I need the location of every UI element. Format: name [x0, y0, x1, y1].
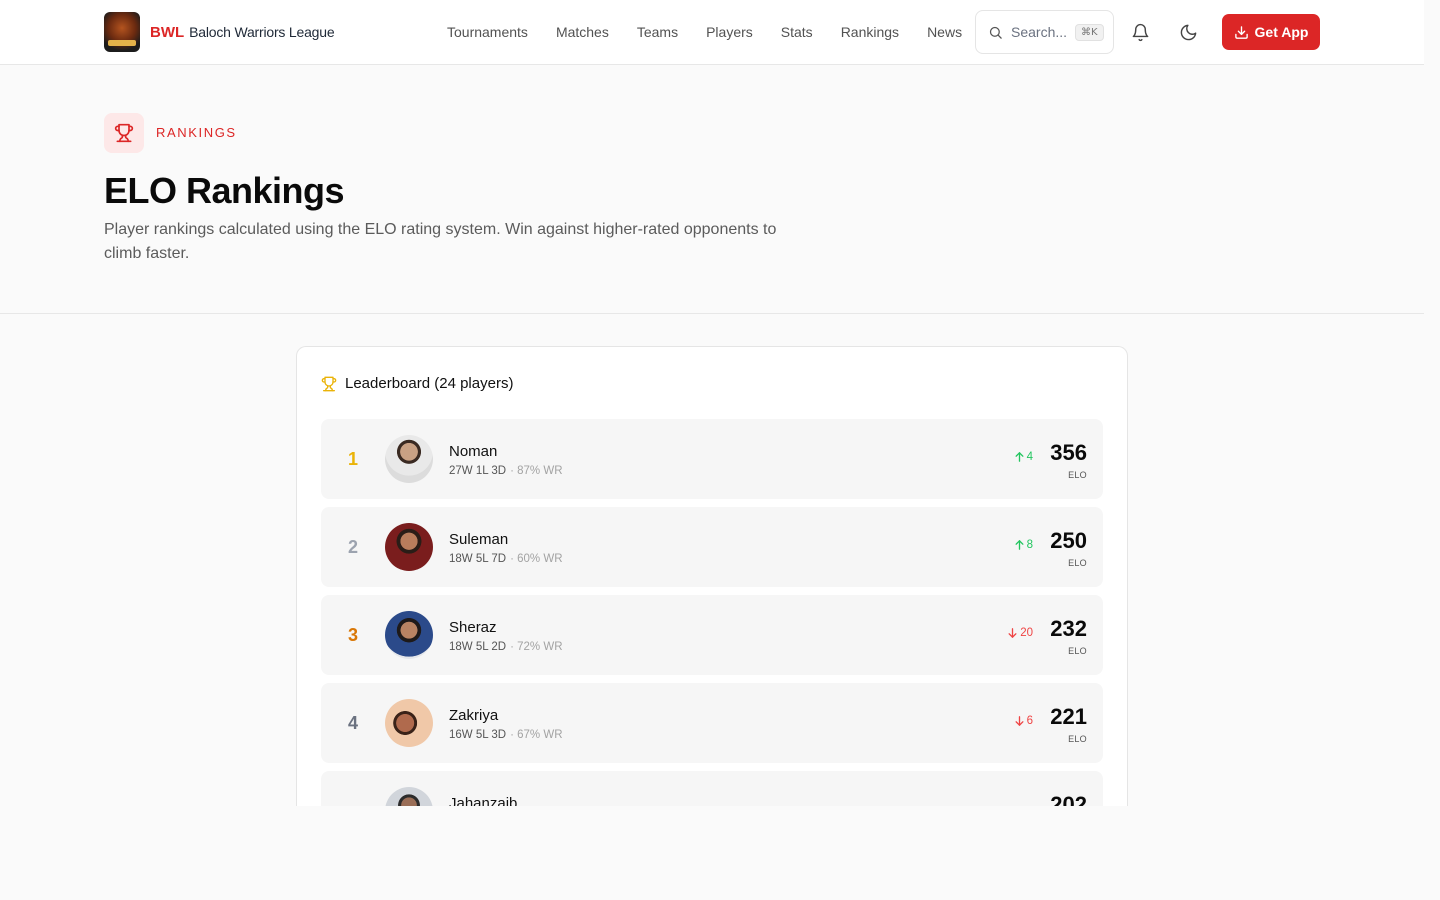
- win-loss-draw: 18W 5L 2D: [449, 641, 507, 653]
- player-name: Jahanzaib: [449, 795, 518, 806]
- player-name: Sheraz: [449, 619, 497, 636]
- player-avatar: [385, 523, 433, 571]
- player-name: Noman: [449, 443, 498, 460]
- top-navigation-bar: BWL Baloch Warriors League Tournaments M…: [0, 0, 1424, 65]
- win-rate: · 87% WR: [510, 465, 563, 477]
- leaderboard-row[interactable]: 2 Suleman 18W 5L 7D · 60% WR 8 250 ELO: [321, 507, 1103, 587]
- leaderboard-row[interactable]: 1 Noman 27W 1L 3D · 87% WR 4 356 ELO: [321, 419, 1103, 499]
- elo-label: ELO: [1068, 646, 1087, 656]
- player-avatar: [385, 611, 433, 659]
- page-header: RANKINGS ELO Rankings Player rankings ca…: [0, 65, 1424, 314]
- nav-players[interactable]: Players: [692, 24, 767, 40]
- leaderboard-row[interactable]: 3 Sheraz 18W 5L 2D · 72% WR 20 232 ELO: [321, 595, 1103, 675]
- arrow-up-icon: [1015, 540, 1024, 550]
- elo-score: 232: [1050, 616, 1087, 641]
- elo-label: ELO: [1068, 470, 1087, 480]
- rank-number: 1: [347, 449, 358, 469]
- player-record: 18W 5L 2D · 72% WR: [449, 641, 563, 653]
- win-loss-draw: 16W 5L 3D: [449, 729, 507, 741]
- player-record: 18W 5L 7D · 60% WR: [449, 553, 563, 565]
- elo-score: 202: [1050, 792, 1087, 806]
- nav-teams[interactable]: Teams: [623, 24, 692, 40]
- win-rate: · 72% WR: [510, 641, 563, 653]
- elo-change: 4: [1015, 451, 1033, 463]
- elo-change: 20: [1008, 627, 1033, 639]
- elo-score: 356: [1050, 440, 1087, 465]
- elo-score: 250: [1050, 528, 1087, 553]
- nav-matches[interactable]: Matches: [542, 24, 623, 40]
- player-avatar: [385, 787, 433, 806]
- section-eyebrow: RANKINGS: [156, 125, 237, 140]
- leaderboard-row[interactable]: Jahanzaib 202: [321, 771, 1103, 806]
- rankings-badge: [104, 113, 144, 153]
- search-icon: [989, 26, 1002, 39]
- leaderboard-row[interactable]: 4 Zakriya 16W 5L 3D · 67% WR 6 221 ELO: [321, 683, 1103, 763]
- get-app-label: Get App: [1254, 24, 1309, 40]
- win-loss-draw: 18W 5L 7D: [449, 553, 507, 565]
- trophy-icon: [321, 376, 337, 391]
- player-record: 27W 1L 3D · 87% WR: [449, 465, 563, 477]
- get-app-button[interactable]: Get App: [1222, 14, 1320, 50]
- nav-stats[interactable]: Stats: [767, 24, 827, 40]
- arrow-up-icon: [1015, 452, 1024, 462]
- player-name: Zakriya: [449, 707, 499, 724]
- elo-label: ELO: [1068, 734, 1087, 744]
- elo-change-value: 20: [1020, 627, 1033, 639]
- league-logo: [104, 12, 140, 52]
- elo-change-value: 4: [1026, 451, 1033, 463]
- moon-icon: [1180, 24, 1196, 40]
- search-shortcut: ⌘K: [1075, 23, 1104, 41]
- player-avatar: [385, 435, 433, 483]
- nav-rankings[interactable]: Rankings: [827, 24, 913, 40]
- elo-change-value: 6: [1026, 715, 1033, 727]
- elo-change: 6: [1015, 715, 1033, 727]
- download-icon: [1234, 25, 1248, 39]
- leaderboard-card: Leaderboard (24 players) 1 Noman 27W 1L …: [296, 346, 1128, 806]
- win-rate: · 60% WR: [510, 553, 563, 565]
- player-record: 16W 5L 3D · 67% WR: [449, 729, 563, 741]
- nav-news[interactable]: News: [913, 24, 976, 40]
- brand-short-name: BWL: [150, 23, 185, 41]
- leaderboard-title: Leaderboard (24 players): [345, 375, 514, 392]
- page-title: ELO Rankings: [104, 170, 345, 211]
- search-placeholder: Search...: [1011, 24, 1068, 40]
- player-avatar: [385, 699, 433, 747]
- notifications-button[interactable]: [1124, 16, 1156, 48]
- search-button[interactable]: Search... ⌘K: [975, 10, 1114, 54]
- brand-link[interactable]: BWL Baloch Warriors League: [104, 11, 335, 53]
- trophy-icon: [114, 123, 134, 143]
- theme-toggle-button[interactable]: [1172, 16, 1204, 48]
- win-rate: · 67% WR: [510, 729, 563, 741]
- rank-number: 2: [347, 537, 358, 557]
- main-nav: Tournaments Matches Teams Players Stats …: [433, 0, 976, 64]
- elo-score: 221: [1050, 704, 1087, 729]
- nav-tournaments[interactable]: Tournaments: [433, 24, 542, 40]
- elo-label: ELO: [1068, 558, 1087, 568]
- rank-number: 4: [347, 713, 358, 733]
- arrow-down-icon: [1015, 716, 1024, 726]
- rank-number: 3: [347, 625, 358, 645]
- arrow-down-icon: [1008, 628, 1017, 638]
- win-loss-draw: 27W 1L 3D: [449, 465, 507, 477]
- leaderboard-header: Leaderboard (24 players): [321, 375, 513, 392]
- player-name: Suleman: [449, 531, 509, 548]
- elo-change-value: 8: [1026, 539, 1033, 551]
- page-description: Player rankings calculated using the ELO…: [104, 221, 777, 262]
- bell-icon: [1132, 23, 1148, 41]
- brand-full-name: Baloch Warriors League: [189, 24, 335, 40]
- elo-change: 8: [1015, 539, 1033, 551]
